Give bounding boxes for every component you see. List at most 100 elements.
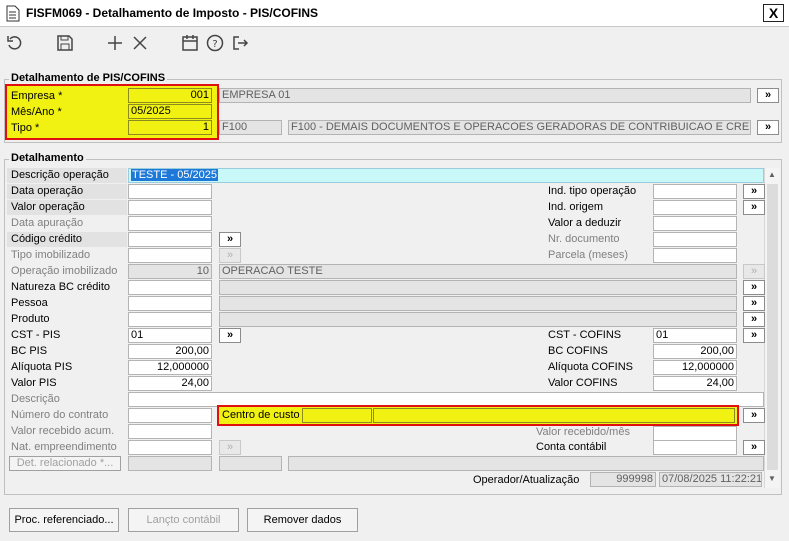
add-icon[interactable] — [106, 34, 124, 52]
vertical-scrollbar[interactable]: ▲ ▼ — [764, 168, 780, 488]
codigo-credito-field[interactable] — [128, 232, 212, 247]
descricao-operacao-selected: TESTE - 05/2025 — [131, 169, 218, 181]
tipo-imobilizado-field[interactable] — [128, 248, 212, 263]
produto-field[interactable] — [128, 312, 212, 327]
pessoa-lookup-button[interactable]: » — [743, 296, 765, 311]
help-icon[interactable]: ? — [206, 34, 224, 52]
nat-empreendimento-field[interactable] — [128, 440, 212, 455]
aliquota-cofins-label: Alíquota COFINS — [548, 361, 633, 373]
valor-cofins-label: Valor COFINS — [548, 377, 618, 389]
ind-origem-lookup-button[interactable]: » — [743, 200, 765, 215]
atualizacao-field: 07/08/2025 11:22:21 — [659, 472, 762, 487]
pessoa-field[interactable] — [128, 296, 212, 311]
remover-dados-button[interactable]: Remover dados — [247, 508, 358, 532]
produto-label: Produto — [11, 313, 50, 325]
calendar-icon[interactable] — [181, 34, 199, 52]
produto-lookup-button[interactable]: » — [743, 312, 765, 327]
ind-tipo-operacao-field[interactable] — [653, 184, 737, 199]
nat-empreendimento-lookup-button[interactable]: » — [219, 440, 241, 455]
cst-cofins-field[interactable]: 01 — [653, 328, 737, 343]
bc-pis-label: BC PIS — [11, 345, 48, 357]
operacao-imobilizado-desc: OPERACAO TESTE — [219, 264, 737, 279]
conta-contabil-label: Conta contábil — [536, 441, 607, 453]
exit-icon[interactable] — [231, 34, 249, 52]
lancto-contabil-button[interactable]: Lançto contábil — [128, 508, 239, 532]
cst-pis-field[interactable]: 01 — [128, 328, 212, 343]
tipo-imobilizado-lookup-button[interactable]: » — [219, 248, 241, 263]
empresa-lookup-button[interactable]: » — [757, 88, 779, 103]
numero-contrato-label: Número do contrato — [11, 409, 109, 421]
data-apuracao-label: Data apuração — [11, 217, 84, 229]
valor-cofins-field[interactable]: 24,00 — [653, 376, 737, 391]
valor-recebido-acum-field[interactable] — [128, 424, 212, 439]
scroll-down-icon[interactable]: ▼ — [768, 474, 776, 483]
ind-tipo-operacao-label: Ind. tipo operação — [548, 185, 637, 197]
descricao-operacao-field[interactable]: TESTE - 05/2025 — [128, 168, 764, 183]
document-icon — [6, 5, 20, 22]
close-button[interactable]: X — [763, 4, 784, 22]
bc-cofins-field[interactable]: 200,00 — [653, 344, 737, 359]
bc-pis-field[interactable]: 200,00 — [128, 344, 212, 359]
cst-cofins-lookup-button[interactable]: » — [743, 328, 765, 343]
valor-deduzir-field[interactable] — [653, 216, 737, 231]
valor-operacao-field[interactable] — [128, 200, 212, 215]
empresa-name-field: EMPRESA 01 — [219, 88, 751, 103]
nr-documento-label: Nr. documento — [548, 233, 620, 245]
valor-pis-field[interactable]: 24,00 — [128, 376, 212, 391]
cst-pis-lookup-button[interactable]: » — [219, 328, 241, 343]
pessoa-desc — [219, 296, 737, 311]
conta-contabil-lookup-button[interactable]: » — [743, 440, 765, 455]
detail-group-title: Detalhamento — [9, 152, 86, 164]
descricao-label: Descrição — [11, 393, 60, 405]
det-relacionado-desc — [288, 456, 764, 471]
descricao-operacao-label: Descrição operação — [7, 168, 127, 183]
valor-recebido-mes-field[interactable] — [653, 426, 737, 441]
aliquota-pis-label: Alíquota PIS — [11, 361, 73, 373]
codigo-credito-lookup-button[interactable]: » — [219, 232, 241, 247]
bc-cofins-label: BC COFINS — [548, 345, 608, 357]
valor-recebido-mes-label: Valor recebido/mês — [536, 426, 630, 438]
aliquota-cofins-field[interactable]: 12,000000 — [653, 360, 737, 375]
window-title: FISFM069 - Detalhamento de Imposto - PIS… — [26, 6, 319, 20]
data-operacao-label: Data operação — [7, 184, 127, 199]
delete-icon[interactable] — [131, 34, 149, 52]
data-apuracao-field[interactable] — [128, 216, 212, 231]
operacao-imobilizado-lookup-button[interactable]: » — [743, 264, 765, 279]
codigo-credito-label: Código crédito — [7, 232, 127, 247]
operacao-imobilizado-field[interactable]: 10 — [128, 264, 212, 279]
centro-custo-highlight-border — [217, 405, 739, 426]
nat-empreendimento-label: Nat. empreendimento — [11, 441, 117, 453]
pessoa-label: Pessoa — [11, 297, 48, 309]
operacao-imobilizado-label: Operação imobilizado — [11, 265, 118, 277]
det-relacionado-button[interactable]: Det. relacionado *... — [9, 456, 121, 471]
refresh-icon[interactable] — [6, 34, 24, 52]
natureza-bc-desc — [219, 280, 737, 295]
save-icon[interactable] — [56, 34, 74, 52]
nr-documento-field[interactable] — [653, 232, 737, 247]
ind-origem-field[interactable] — [653, 200, 737, 215]
scroll-up-icon[interactable]: ▲ — [768, 170, 776, 179]
valor-operacao-label: Valor operação — [7, 200, 127, 215]
operador-field: 999998 — [590, 472, 656, 487]
natureza-bc-label: Natureza BC crédito — [11, 281, 111, 293]
tipo-desc-field: F100 - DEMAIS DOCUMENTOS E OPERACOES GER… — [288, 120, 751, 135]
tipo-code-field: F100 — [219, 120, 282, 135]
aliquota-pis-field[interactable]: 12,000000 — [128, 360, 212, 375]
header-highlight-border — [5, 84, 219, 140]
cst-pis-label: CST - PIS — [11, 329, 61, 341]
natureza-bc-field[interactable] — [128, 280, 212, 295]
produto-desc — [219, 312, 737, 327]
centro-custo-lookup-button[interactable]: » — [743, 408, 765, 423]
conta-contabil-field[interactable] — [653, 440, 737, 455]
scrollbar-thumb[interactable] — [767, 184, 778, 470]
tipo-imobilizado-label: Tipo imobilizado — [11, 249, 91, 261]
tipo-lookup-button[interactable]: » — [757, 120, 779, 135]
cst-cofins-label: CST - COFINS — [548, 329, 622, 341]
det-relacionado-field — [128, 456, 212, 471]
parcela-field[interactable] — [653, 248, 737, 263]
proc-referenciado-button[interactable]: Proc. referenciado... — [9, 508, 119, 532]
ind-tipo-operacao-lookup-button[interactable]: » — [743, 184, 765, 199]
numero-contrato-field[interactable] — [128, 408, 212, 423]
data-operacao-field[interactable] — [128, 184, 212, 199]
natureza-bc-lookup-button[interactable]: » — [743, 280, 765, 295]
